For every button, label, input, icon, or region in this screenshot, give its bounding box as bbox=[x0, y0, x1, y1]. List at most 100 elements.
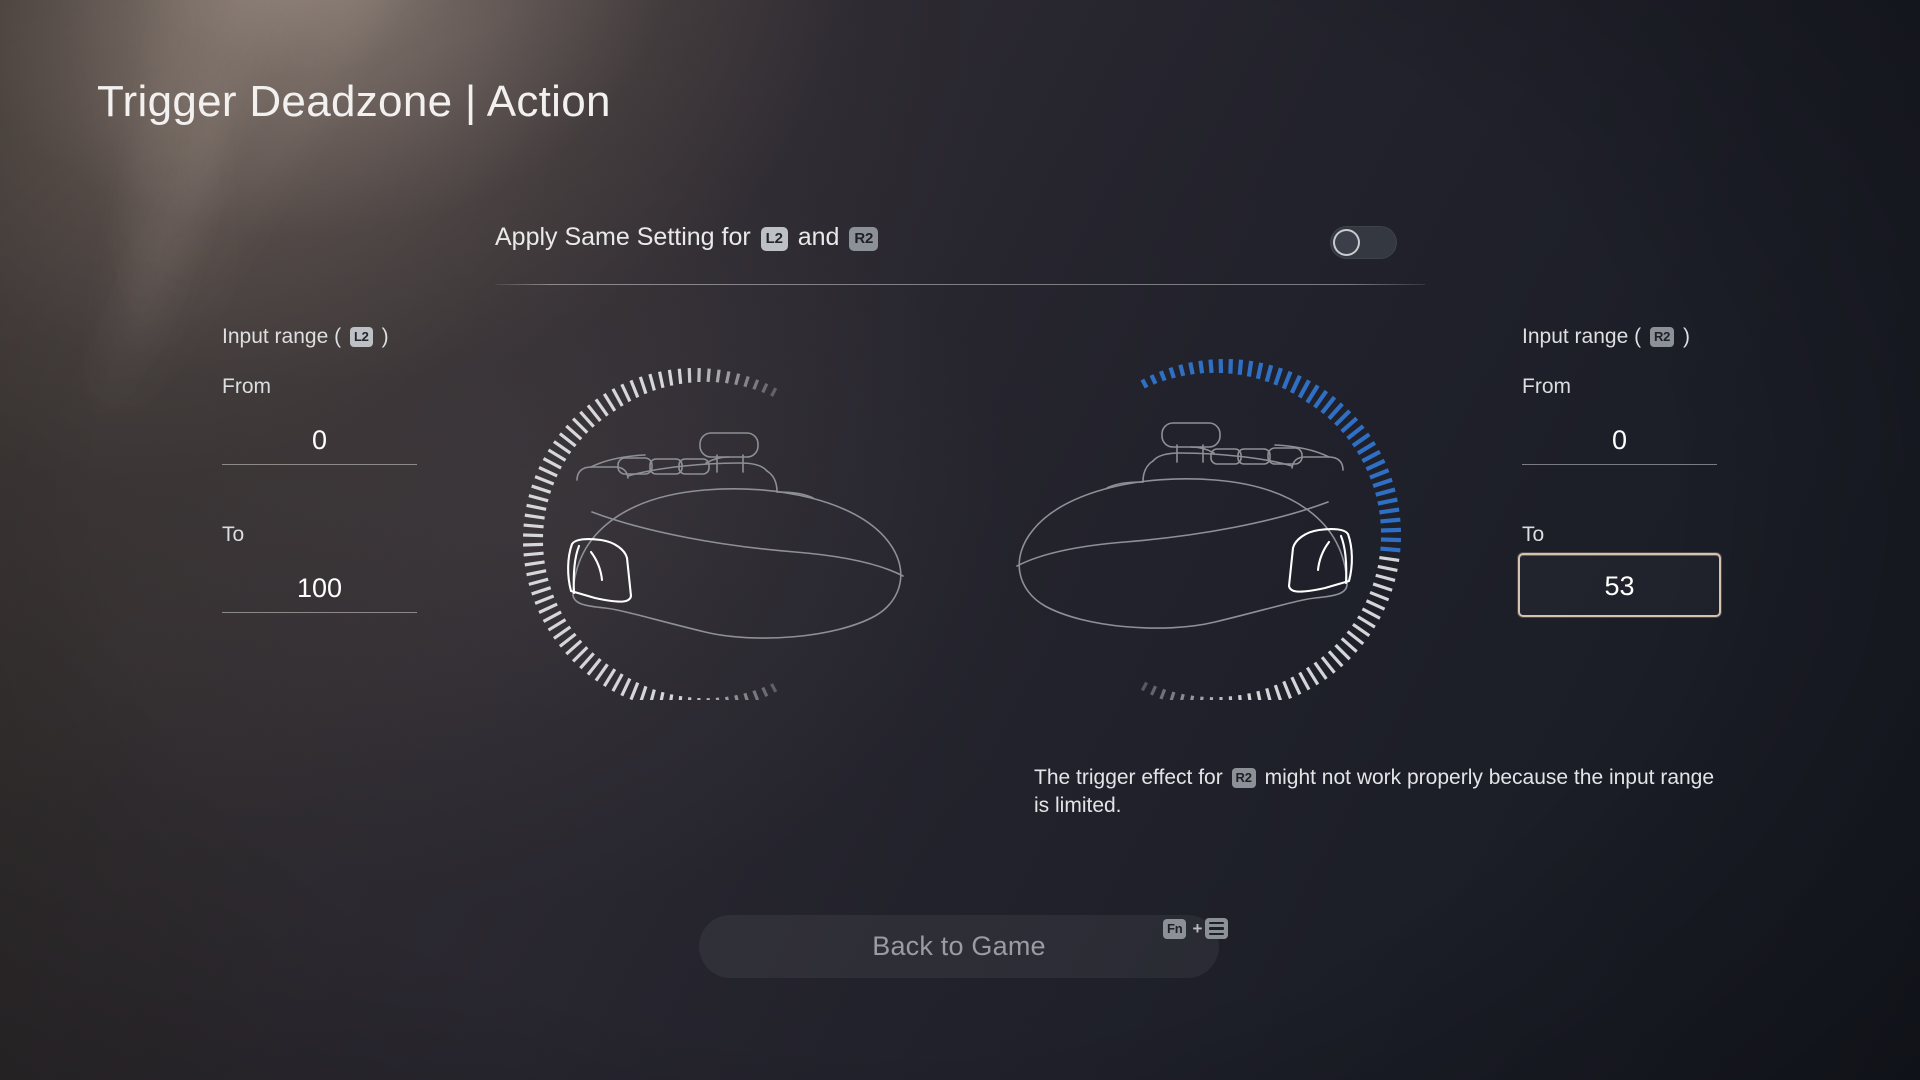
dial-tick bbox=[1369, 468, 1390, 480]
dial-tick bbox=[528, 494, 549, 503]
dial-tick bbox=[715, 697, 721, 711]
dial-tick bbox=[1273, 367, 1283, 386]
dial-tick bbox=[648, 373, 656, 391]
dial-tick bbox=[1289, 374, 1302, 394]
dial-tick bbox=[571, 417, 589, 434]
dial-tick bbox=[1178, 364, 1186, 377]
dial-tick bbox=[1380, 517, 1401, 524]
dial-tick bbox=[1375, 487, 1396, 497]
dial-tick bbox=[1375, 573, 1396, 582]
controller-outline-right bbox=[1016, 422, 1348, 629]
back-to-game-shortcut-hint: Fn + bbox=[1160, 918, 1229, 939]
dial-tick bbox=[594, 398, 609, 417]
dial-tick bbox=[1351, 432, 1371, 448]
dial-tick bbox=[677, 696, 683, 712]
l2-to-label: To bbox=[222, 523, 245, 546]
dial-tick bbox=[658, 371, 665, 389]
apply-label-middle: and bbox=[797, 223, 840, 251]
dial-tick bbox=[1369, 590, 1390, 602]
apply-label-prefix: Apply Same Setting for bbox=[495, 223, 751, 251]
r2-to-field[interactable]: 53 bbox=[1518, 553, 1721, 617]
input-range-l2-heading: Input range ( L2 ) bbox=[222, 325, 417, 349]
dial-tick bbox=[565, 639, 583, 656]
dial-tick bbox=[565, 424, 583, 441]
dial-tick bbox=[571, 646, 589, 663]
dial-tick bbox=[594, 663, 609, 682]
dial-tick bbox=[761, 383, 769, 394]
dial-tick bbox=[706, 368, 711, 383]
dial-tick bbox=[1313, 661, 1328, 680]
dial-tick bbox=[586, 404, 602, 423]
input-range-r2-heading: Input range ( R2 ) bbox=[1522, 325, 1717, 349]
dial-tick bbox=[1361, 607, 1381, 620]
dial-tick bbox=[586, 657, 602, 676]
page-title: Trigger Deadzone | Action bbox=[97, 77, 611, 126]
dial-tick bbox=[1297, 379, 1311, 399]
dial-tick bbox=[1140, 378, 1149, 389]
dial-tick bbox=[1178, 693, 1185, 706]
input-range-r2-group: Input range ( R2 ) From 0 To 53 bbox=[1518, 325, 1721, 617]
dial-tick bbox=[1340, 416, 1359, 434]
l2-key-badge: L2 bbox=[760, 227, 788, 251]
dial-tick bbox=[538, 466, 558, 478]
l2-tick-marks bbox=[523, 368, 778, 712]
dial-tick bbox=[1247, 693, 1253, 710]
l2-from-field[interactable]: 0 bbox=[222, 405, 417, 465]
dial-tick bbox=[667, 369, 674, 386]
dial-tick bbox=[542, 610, 562, 623]
dial-tick bbox=[724, 696, 731, 709]
warning-text-before: The trigger effect for bbox=[1034, 766, 1223, 789]
dial-tick bbox=[1273, 684, 1283, 703]
dial-tick bbox=[553, 440, 572, 455]
l2-to-value: 100 bbox=[296, 573, 343, 603]
r2-to-label: To bbox=[1522, 523, 1545, 546]
dial-tick bbox=[1380, 527, 1401, 533]
dial-tick bbox=[1198, 696, 1204, 710]
dial-tick bbox=[611, 673, 624, 692]
dial-tick bbox=[1379, 507, 1400, 515]
dial-tick bbox=[1377, 497, 1398, 506]
dial-tick bbox=[1149, 374, 1158, 385]
input-range-warning: The trigger effect for R2 might not work… bbox=[1034, 764, 1724, 821]
dial-tick bbox=[1290, 676, 1302, 695]
back-to-game-label: Back to Game bbox=[872, 931, 1046, 961]
back-to-game-button[interactable]: Back to Game bbox=[699, 915, 1219, 978]
apply-same-setting-toggle[interactable] bbox=[1330, 226, 1397, 259]
dial-tick bbox=[1372, 477, 1393, 489]
dial-tick bbox=[752, 690, 760, 701]
dial-tick bbox=[1327, 650, 1344, 668]
dial-tick bbox=[1159, 688, 1167, 700]
dial-tick bbox=[542, 457, 562, 470]
dial-tick bbox=[1150, 685, 1157, 696]
dial-tick bbox=[1380, 537, 1401, 543]
r2-key-badge: R2 bbox=[1231, 768, 1256, 788]
dial-tick bbox=[1188, 695, 1195, 708]
dial-tick bbox=[620, 677, 632, 697]
l2-from-label: From bbox=[222, 375, 271, 398]
dial-tick bbox=[629, 379, 640, 398]
dial-tick bbox=[638, 376, 648, 395]
section-divider bbox=[495, 284, 1425, 285]
r2-trigger-highlight bbox=[1287, 528, 1353, 593]
dial-tick bbox=[658, 691, 665, 709]
dial-tick bbox=[752, 379, 760, 390]
heading-suffix: ) bbox=[1683, 325, 1690, 348]
apply-same-setting-row: Apply Same Setting for L2 and R2 bbox=[495, 218, 1425, 274]
dial-tick bbox=[534, 475, 555, 486]
r2-from-field[interactable]: 0 bbox=[1522, 405, 1717, 465]
dial-tick bbox=[648, 689, 656, 707]
dial-tick bbox=[524, 513, 545, 520]
r2-tick-marks bbox=[1140, 358, 1401, 711]
dial-tick bbox=[734, 373, 741, 386]
dial-tick bbox=[1198, 360, 1205, 374]
menu-icon bbox=[1205, 918, 1229, 939]
dial-tick bbox=[1334, 409, 1352, 427]
dial-tick bbox=[547, 448, 567, 462]
dial-tick bbox=[1334, 643, 1351, 661]
toggle-knob bbox=[1333, 229, 1360, 256]
dial-tick bbox=[524, 560, 545, 567]
l2-to-field[interactable]: 100 bbox=[222, 553, 417, 613]
dial-tick bbox=[1169, 691, 1176, 703]
dial-tick bbox=[1377, 564, 1398, 573]
